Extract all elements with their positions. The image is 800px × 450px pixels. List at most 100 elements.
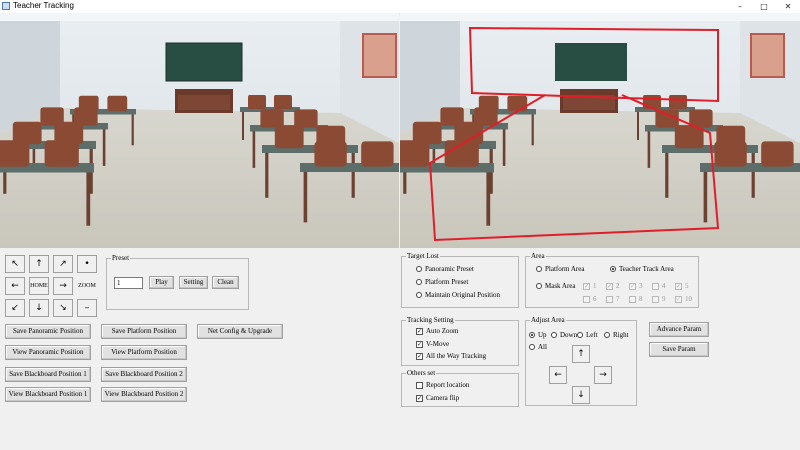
adjust-all-radio[interactable]: All xyxy=(529,343,547,351)
maximize-icon[interactable]: □ xyxy=(752,0,776,13)
checkbox-label: 6 xyxy=(593,295,597,303)
advance-param-button[interactable]: Advance Param xyxy=(649,322,709,337)
preset-setting-button[interactable]: Setting xyxy=(179,276,208,289)
radio-dot xyxy=(416,279,422,285)
checkbox-box: ✓ xyxy=(416,327,423,335)
target-lost-panoramic-preset-radio[interactable]: Panoramic Preset xyxy=(416,265,474,273)
pan-up-left-button[interactable]: ↖ xyxy=(5,255,25,273)
checkbox-box xyxy=(416,381,423,389)
pan-up-right-button[interactable]: ↗ xyxy=(53,255,73,273)
radio-dot xyxy=(416,292,422,298)
mask-9-checkbox[interactable]: 9 xyxy=(652,295,666,303)
area-title: Area xyxy=(530,252,546,261)
target-lost-platform-preset-radio[interactable]: Platform Preset xyxy=(416,278,468,286)
panoramic-video-view[interactable] xyxy=(0,13,399,248)
minimize-icon[interactable]: – xyxy=(728,0,752,13)
checkbox-box: ✓ xyxy=(675,282,682,290)
checkbox-box xyxy=(652,295,659,303)
checkbox-label: 10 xyxy=(685,295,692,303)
zoom-out-button[interactable]: – xyxy=(77,299,97,317)
adjust-left-radio[interactable]: Left xyxy=(577,331,598,339)
radio-label: Left xyxy=(586,331,598,339)
radio-label: Maintain Original Position xyxy=(425,291,501,299)
zoom-label: ZOOM xyxy=(78,283,96,289)
radio-dot xyxy=(536,283,542,289)
checkbox-label: 2 xyxy=(616,282,620,290)
title-bar: Teacher Tracking – □ ✕ xyxy=(0,0,800,14)
pan-down-left-button[interactable]: ↙ xyxy=(5,299,25,317)
adjust-down-button[interactable]: ↓ xyxy=(572,386,590,404)
checkbox-box: ✓ xyxy=(416,394,423,402)
radio-label: Panoramic Preset xyxy=(425,265,474,273)
mask-4-checkbox[interactable]: 4 xyxy=(652,282,666,290)
preset-play-button[interactable]: Play xyxy=(149,276,174,289)
adjust-up-radio[interactable]: Up xyxy=(529,331,547,339)
radio-label: Platform Area xyxy=(545,265,585,273)
radio-dot xyxy=(529,344,535,350)
mask-8-checkbox[interactable]: 8 xyxy=(629,295,643,303)
checkbox-label: 8 xyxy=(639,295,643,303)
all-the-way-tracking-checkbox[interactable]: ✓ All the Way Tracking xyxy=(416,352,486,360)
radio-dot xyxy=(536,266,542,272)
radio-label: Platform Preset xyxy=(425,278,469,286)
save-panoramic-position-button[interactable]: Save Panoramic Position xyxy=(5,324,91,339)
classroom-image-tracking xyxy=(400,13,800,248)
tracking-video-view[interactable] xyxy=(400,13,800,248)
camera-flip-checkbox[interactable]: ✓ Camera flip xyxy=(416,394,459,402)
pan-left-button[interactable]: ← xyxy=(5,277,25,295)
adjust-up-button[interactable]: ↑ xyxy=(572,345,590,363)
checkbox-label: 4 xyxy=(662,282,666,290)
pan-up-button[interactable]: ↑ xyxy=(29,255,49,273)
mask-area-radio[interactable]: Mask Area xyxy=(536,282,576,290)
save-blackboard-position-2-button[interactable]: Save Blackboard Position 2 xyxy=(101,367,187,382)
mask-5-checkbox[interactable]: ✓ 5 xyxy=(675,282,689,290)
pan-down-button[interactable]: ↓ xyxy=(29,299,49,317)
checkbox-label: All the Way Tracking xyxy=(426,352,487,360)
mask-6-checkbox[interactable]: 6 xyxy=(583,295,597,303)
radio-dot xyxy=(551,332,557,338)
radio-label: Mask Area xyxy=(545,282,576,290)
checkbox-box: ✓ xyxy=(416,340,423,348)
radio-dot xyxy=(610,266,616,272)
checkbox-label: Camera flip xyxy=(426,394,460,402)
mask-7-checkbox[interactable]: 7 xyxy=(606,295,620,303)
save-platform-position-button[interactable]: Save Platform Position xyxy=(101,324,187,339)
adjust-right-button[interactable]: → xyxy=(594,366,612,384)
mask-3-checkbox[interactable]: ✓ 3 xyxy=(629,282,643,290)
view-blackboard-position-1-button[interactable]: View Blackboard Position 1 xyxy=(5,387,91,402)
radio-dot xyxy=(529,332,535,338)
checkbox-box: ✓ xyxy=(416,352,423,360)
view-platform-position-button[interactable]: View Platform Position xyxy=(101,345,187,360)
preset-number-input[interactable]: 1 xyxy=(114,277,143,289)
view-panoramic-position-button[interactable]: View Panoramic Position xyxy=(5,345,91,360)
mask-1-checkbox[interactable]: ✓ 1 xyxy=(583,282,597,290)
mask-10-checkbox[interactable]: ✓ 10 xyxy=(675,295,692,303)
radio-label: Teacher Track Area xyxy=(619,265,674,273)
adjust-down-radio[interactable]: Down xyxy=(551,331,577,339)
pan-down-right-button[interactable]: ↘ xyxy=(53,299,73,317)
mask-2-checkbox[interactable]: ✓ 2 xyxy=(606,282,620,290)
checkbox-box: ✓ xyxy=(583,282,590,290)
close-icon[interactable]: ✕ xyxy=(776,0,800,13)
save-blackboard-position-1-button[interactable]: Save Blackboard Position 1 xyxy=(5,367,91,382)
adjust-right-radio[interactable]: Right xyxy=(604,331,629,339)
net-config-upgrade-button[interactable]: Net Config & Upgrade xyxy=(197,324,283,339)
zoom-in-button[interactable]: • xyxy=(77,255,97,273)
auto-zoom-checkbox[interactable]: ✓ Auto Zoom xyxy=(416,327,458,335)
radio-label: All xyxy=(538,343,547,351)
save-param-button[interactable]: Save Param xyxy=(649,342,709,357)
report-location-checkbox[interactable]: Report location xyxy=(416,381,469,389)
target-lost-maintain-position-radio[interactable]: Maintain Original Position xyxy=(416,291,500,299)
radio-dot xyxy=(577,332,583,338)
platform-area-radio[interactable]: Platform Area xyxy=(536,265,584,273)
view-blackboard-position-2-button[interactable]: View Blackboard Position 2 xyxy=(101,387,187,402)
teacher-track-area-radio[interactable]: Teacher Track Area xyxy=(610,265,674,273)
classroom-image xyxy=(0,13,399,248)
v-move-checkbox[interactable]: ✓ V-Move xyxy=(416,340,449,348)
preset-clean-button[interactable]: Clean xyxy=(212,276,239,289)
pan-right-button[interactable]: → xyxy=(53,277,73,295)
home-button[interactable]: HOME xyxy=(29,277,49,295)
adjust-left-button[interactable]: ← xyxy=(549,366,567,384)
checkbox-label: Report location xyxy=(426,381,470,389)
radio-dot xyxy=(604,332,610,338)
